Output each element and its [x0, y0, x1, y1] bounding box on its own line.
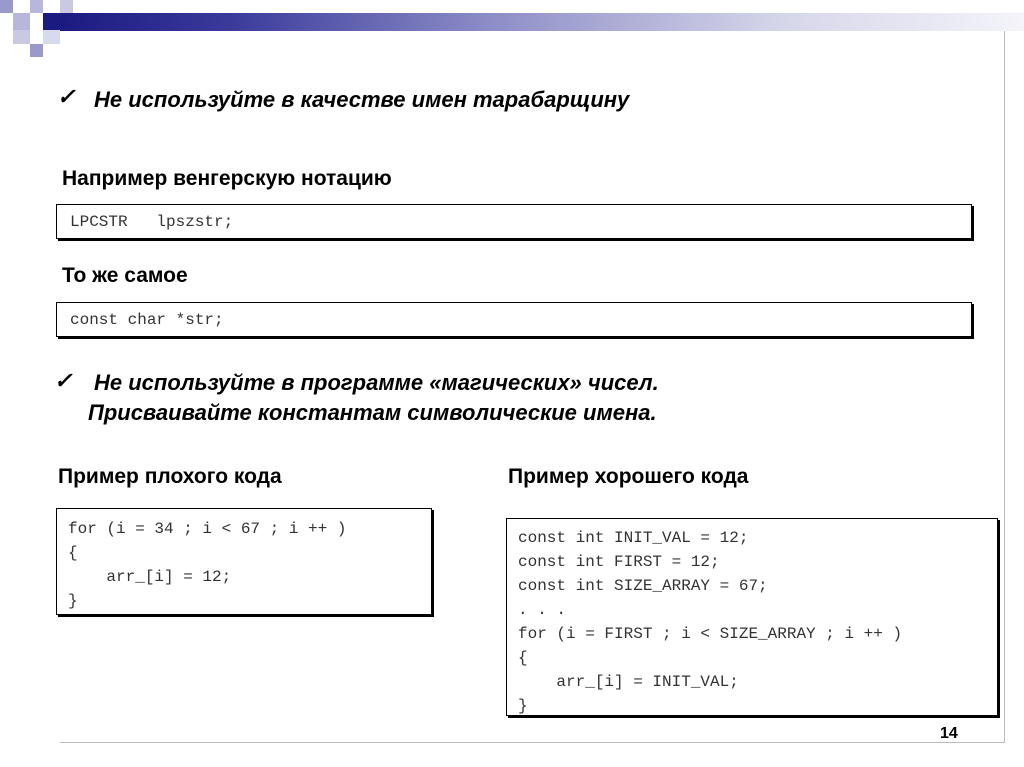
header-square-7 — [30, 44, 43, 57]
code-box-same: const char *str; — [56, 302, 972, 337]
header-square-3 — [30, 0, 43, 13]
right-border — [1004, 31, 1005, 743]
slide-number: 14 — [940, 725, 958, 742]
header-square-6 — [13, 30, 30, 44]
header-square-4 — [43, 13, 60, 30]
code-line: . . . — [518, 601, 567, 619]
code-line: const int SIZE_ARRAY = 67; — [518, 577, 768, 595]
header-square-2 — [13, 13, 30, 30]
code-line: arr_[i] = INIT_VAL; — [518, 673, 739, 691]
code-line: arr_[i] = 12; — [68, 568, 232, 586]
code-line: const char *str; — [70, 311, 224, 329]
label-same-thing: То же самое — [62, 264, 188, 287]
code-box-good-example: const int INIT_VAL = 12; const int FIRST… — [506, 518, 998, 716]
code-line: const int FIRST = 12; — [518, 553, 720, 571]
code-line: const int INIT_VAL = 12; — [518, 529, 749, 547]
code-line: { — [518, 649, 528, 667]
code-line: for (i = 34 ; i < 67 ; i ++ ) — [68, 520, 347, 538]
code-line: for (i = FIRST ; i < SIZE_ARRAY ; i ++ ) — [518, 625, 903, 643]
code-line: } — [68, 592, 78, 610]
label-good-example: Пример хорошего кода — [508, 465, 749, 488]
code-line: } — [518, 697, 528, 715]
header-square-5 — [60, 0, 73, 13]
code-box-bad-example: for (i = 34 ; i < 67 ; i ++ ) { arr_[i] … — [56, 508, 432, 615]
bullet-magic-numbers-line1: Не используйте в программе «магических» … — [94, 370, 659, 395]
check-icon: ✓ — [57, 84, 76, 109]
header-bar — [60, 13, 1024, 31]
label-hungarian-notation: Например венгерскую нотацию — [62, 167, 392, 190]
bullet-gibberish-names: Не используйте в качестве имен тарабарщи… — [94, 87, 630, 112]
header-square-1 — [0, 0, 13, 13]
header-square-8 — [43, 30, 60, 44]
bullet-magic-numbers-line2: Присваивайте константам символические им… — [88, 400, 657, 425]
code-line: { — [68, 544, 78, 562]
code-line: LPCSTR lpszstr; — [70, 213, 234, 231]
label-bad-example: Пример плохого кода — [58, 465, 282, 488]
bottom-border — [60, 742, 1005, 743]
check-icon: ✓ — [54, 368, 73, 393]
code-box-hungarian: LPCSTR lpszstr; — [56, 204, 972, 239]
